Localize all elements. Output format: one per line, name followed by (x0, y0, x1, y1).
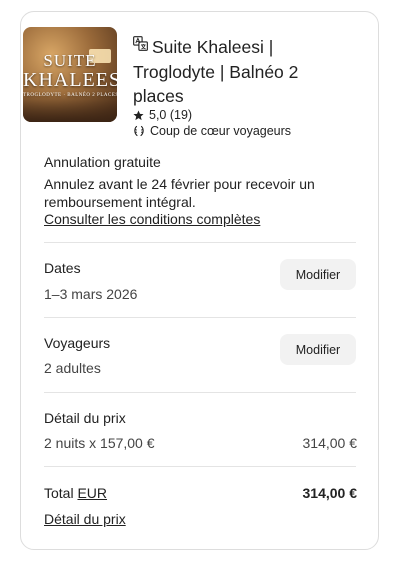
guests-title: Voyageurs (44, 335, 111, 351)
rating-value: 5,0 (19) (149, 108, 193, 122)
favorite-label: Coup de cœur voyageurs (150, 124, 292, 138)
currency-link[interactable]: EUR (77, 485, 107, 501)
thumbnail-floor (23, 94, 117, 122)
listing-summary[interactable]: SUITE KHALEESI TROGLODYTE · BALNÉO 2 PLA… (23, 27, 339, 138)
divider (44, 242, 356, 243)
star-icon (133, 109, 144, 120)
price-line-amount: 314,00 € (302, 435, 358, 451)
modify-dates-button[interactable]: Modifier (280, 259, 356, 290)
total-amount: 314,00 € (302, 485, 358, 501)
guest-favorite-badge: Coup de cœur voyageurs (133, 124, 291, 138)
thumbnail-text-subtitle: TROGLODYTE · BALNÉO 2 PLACES (23, 93, 117, 98)
laurel-icon (134, 125, 144, 137)
dates-title: Dates (44, 260, 81, 276)
cancellation-title: Annulation gratuite (44, 154, 161, 170)
total-label: Total EUR (44, 485, 107, 501)
cancellation-text: Annulez avant le 24 février pour recevoi… (44, 176, 315, 210)
listing-thumbnail[interactable]: SUITE KHALEESI TROGLODYTE · BALNÉO 2 PLA… (23, 27, 117, 122)
total-text: Total (44, 485, 74, 501)
divider (44, 392, 356, 393)
listing-title: Suite Khaleesi | Troglodyte | Balnéo 2 p… (133, 37, 299, 106)
divider (44, 317, 356, 318)
cancellation-conditions-link[interactable]: Consulter les conditions complètes (44, 211, 260, 227)
listing-rating: 5,0 (19) (133, 108, 192, 122)
thumbnail-text-khaleesi: KHALEESI (23, 69, 117, 91)
price-detail-title: Détail du prix (44, 410, 126, 426)
modify-guests-button[interactable]: Modifier (280, 334, 356, 365)
divider (44, 466, 356, 467)
guests-value: 2 adultes (44, 360, 101, 376)
dates-value: 1–3 mars 2026 (44, 286, 138, 302)
thumbnail-text-suite: SUITE (43, 51, 97, 70)
price-line-label: 2 nuits x 157,00 € (44, 435, 155, 451)
price-detail-link[interactable]: Détail du prix (44, 511, 126, 527)
